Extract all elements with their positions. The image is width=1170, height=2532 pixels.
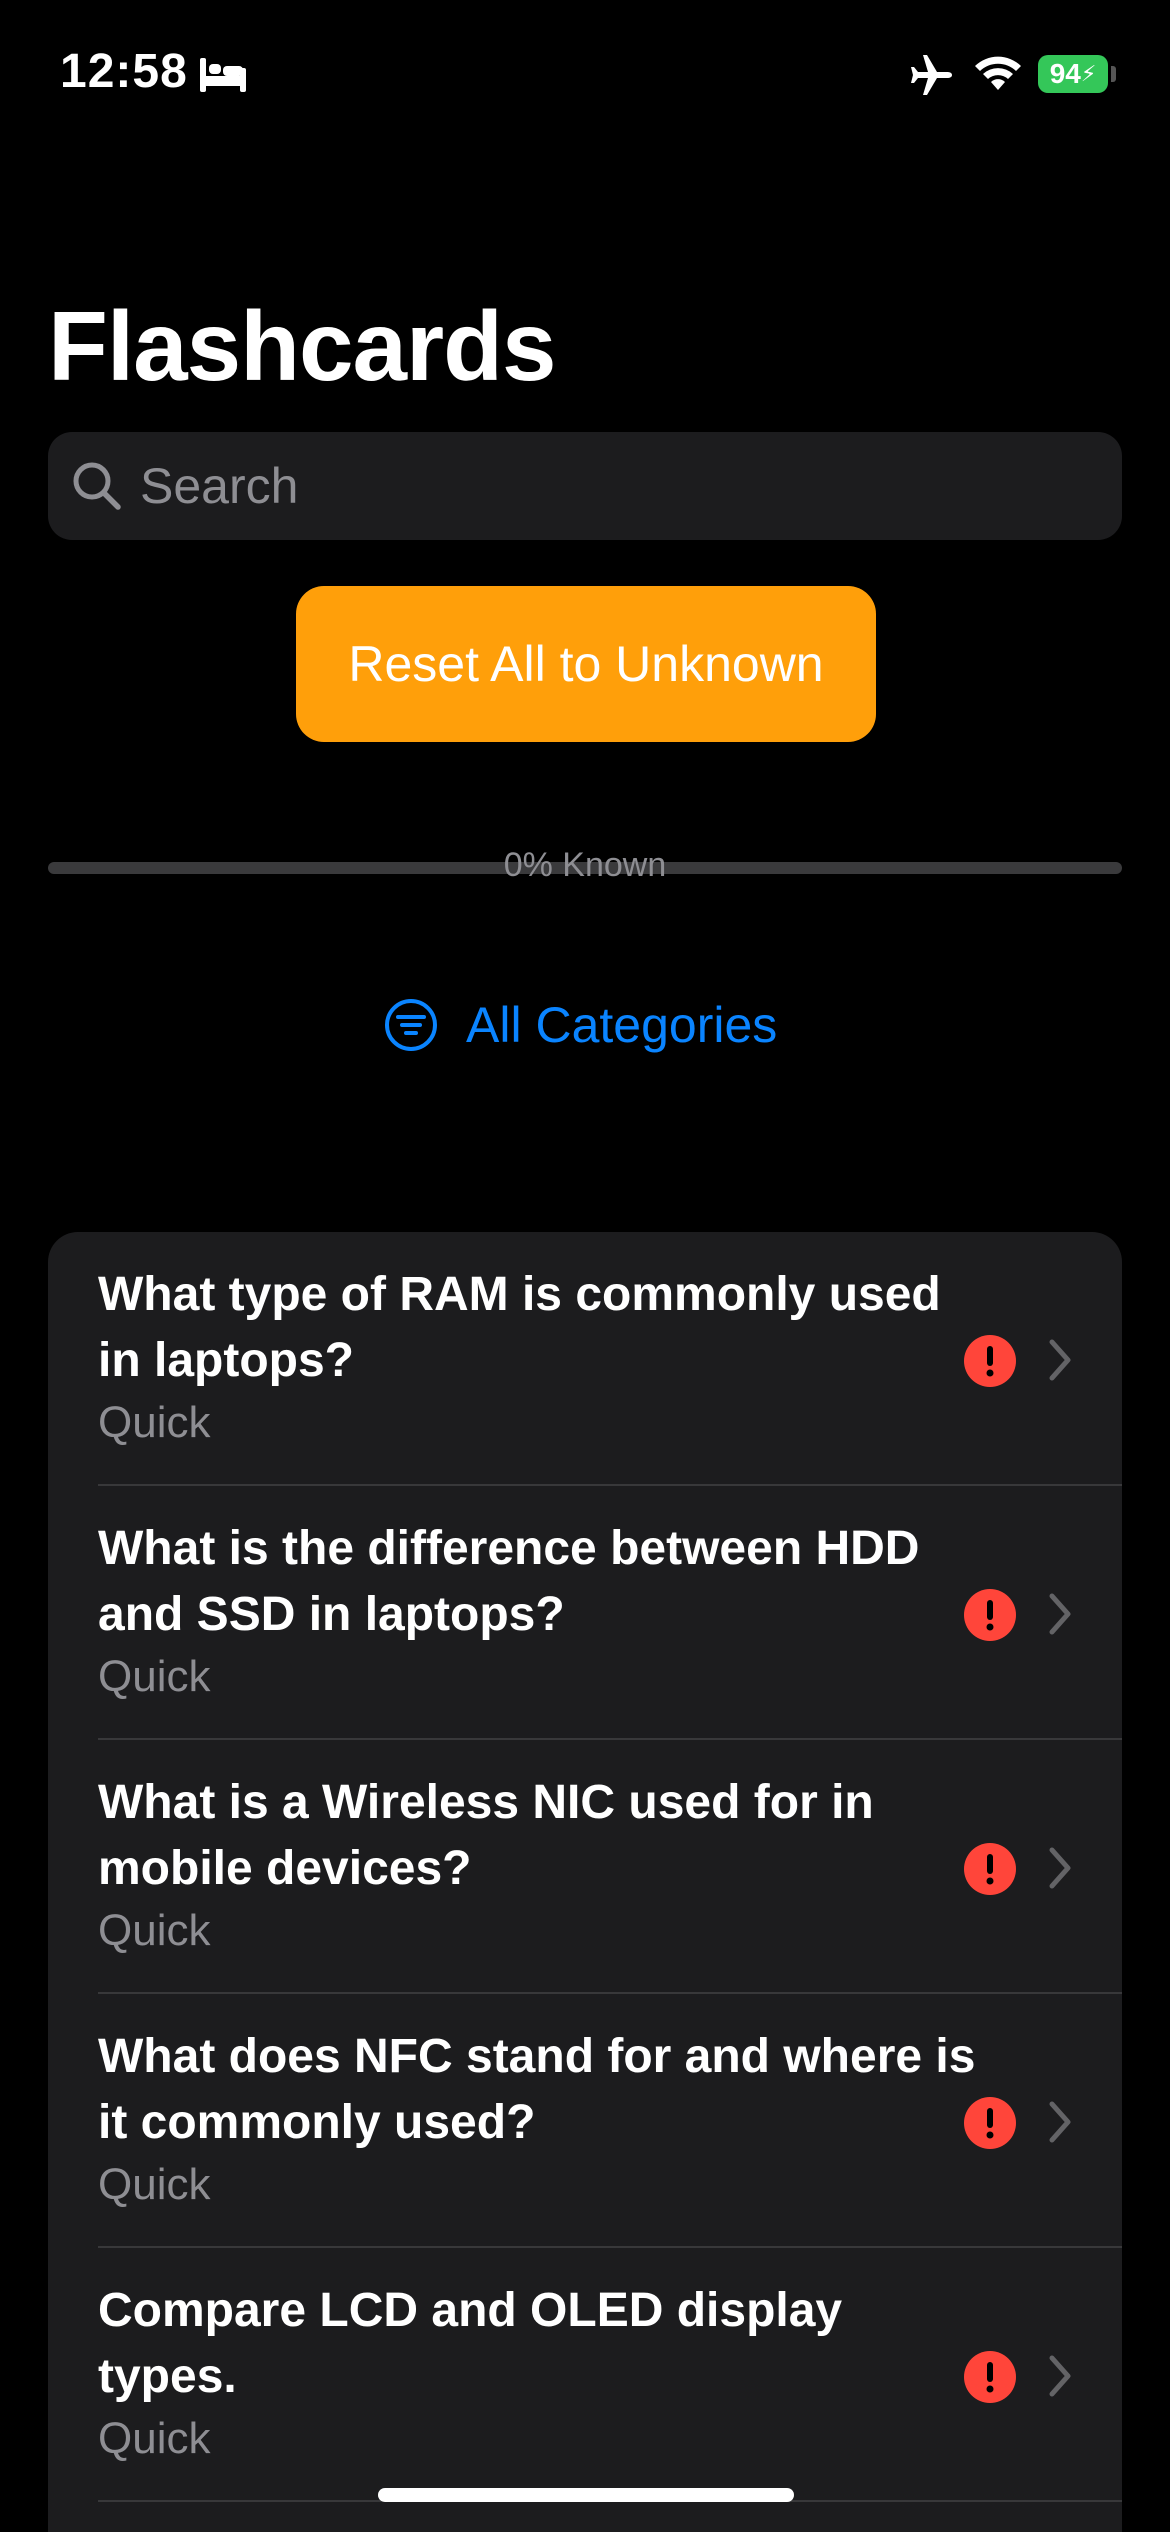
unknown-alert-icon: [964, 2351, 1016, 2403]
progress-label: 0% Known: [503, 846, 667, 884]
chevron-right-icon: [1049, 1847, 1071, 1889]
card-category: Quick: [98, 2160, 211, 2209]
page-title: Flashcards: [48, 291, 556, 401]
reset-all-button[interactable]: Reset All to Unknown: [296, 586, 876, 742]
card-category: Quick: [98, 1652, 211, 1701]
flashcard-row[interactable]: Compare LCD and OLED display types. Quic…: [48, 2248, 1122, 2502]
bed-icon: [200, 58, 246, 92]
unknown-alert-icon: [964, 1589, 1016, 1641]
chevron-right-icon: [1049, 2101, 1071, 2143]
airplane-icon: [911, 55, 952, 95]
battery-nub: [1111, 66, 1116, 82]
battery-level: 94: [1049, 58, 1081, 89]
card-category: Quick: [98, 1398, 211, 1447]
all-categories-label: All Categories: [466, 997, 778, 1053]
all-categories-button[interactable]: All Categories: [384, 990, 794, 1060]
flashcard-row[interactable]: What does NFC stand for and where is it …: [48, 1994, 1122, 2248]
search-icon: [73, 462, 121, 510]
card-question: What does NFC stand for and where is it …: [98, 2030, 976, 2149]
card-question: Compare LCD and OLED display types.: [98, 2284, 843, 2403]
unknown-alert-icon: [964, 2097, 1016, 2149]
card-category: Quick: [98, 1906, 211, 1955]
chevron-right-icon: [1049, 1593, 1071, 1635]
home-indicator[interactable]: [378, 2488, 794, 2502]
card-category: Quick: [98, 2414, 211, 2463]
card-question: What is the difference between HDD and S…: [98, 1522, 920, 1641]
search-input[interactable]: [140, 446, 1100, 526]
battery-indicator: 94 ⚡: [1038, 55, 1108, 93]
chevron-right-icon: [1049, 1339, 1071, 1381]
flashcard-row[interactable]: What is the difference between HDD and S…: [48, 1486, 1122, 1740]
status-time: 12:58: [60, 45, 188, 98]
unknown-alert-icon: [964, 1335, 1016, 1387]
flashcard-row[interactable]: What is a Wireless NIC used for in mobil…: [48, 1740, 1122, 1994]
search-bar[interactable]: [48, 432, 1122, 540]
screen: 12:58 94 ⚡ Flashcards Rese: [0, 0, 1170, 2532]
unknown-alert-icon: [964, 1843, 1016, 1895]
wifi-icon: [975, 56, 1021, 90]
card-question: What type of RAM is commonly used in lap…: [98, 1268, 941, 1387]
card-question: What is a Wireless NIC used for in mobil…: [98, 1776, 874, 1895]
flashcard-row[interactable]: What type of RAM is commonly used in lap…: [48, 1232, 1122, 1486]
chevron-right-icon: [1049, 2355, 1071, 2397]
flashcard-list: What type of RAM is commonly used in lap…: [48, 1232, 1122, 2532]
status-bar: 12:58 94 ⚡: [0, 0, 1170, 150]
charging-bolt-icon: ⚡: [1080, 61, 1097, 86]
filter-icon: [385, 999, 437, 1051]
